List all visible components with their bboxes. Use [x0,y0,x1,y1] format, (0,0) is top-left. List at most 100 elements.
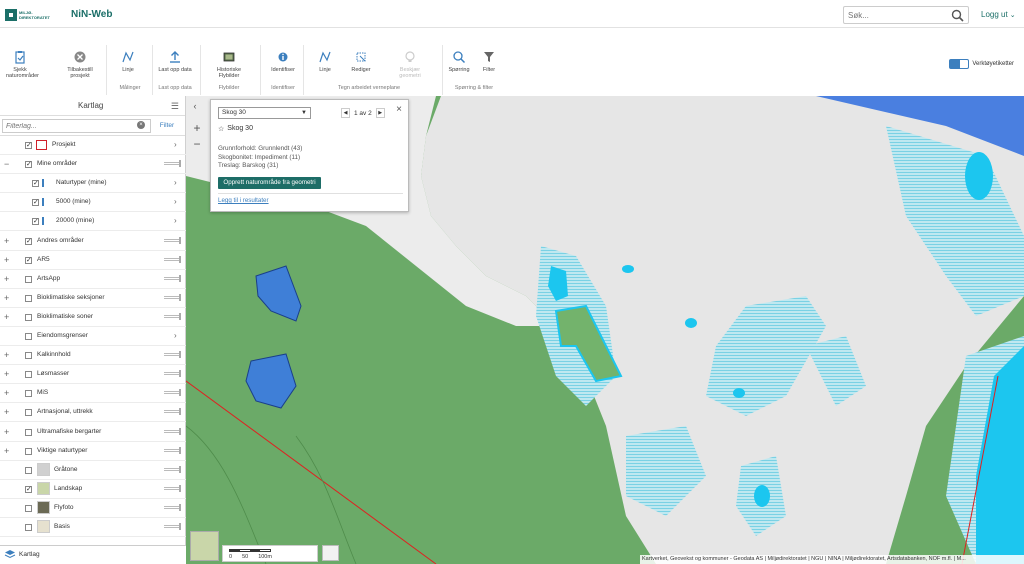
layer-row[interactable]: + Kalkinnhold [0,346,186,366]
zoom-in-button[interactable]: + [190,122,204,136]
layer-checkbox[interactable]: ✓ [32,180,39,188]
opacity-slider[interactable] [164,389,181,397]
expand-icon[interactable]: + [4,389,9,398]
layer-row[interactable]: Basis [0,518,186,537]
feature-select[interactable]: Skog 30 ▼ [218,107,311,119]
opacity-slider[interactable] [164,427,181,435]
search-icon[interactable] [951,9,964,22]
expand-icon[interactable]: + [4,236,9,246]
layer-row[interactable]: Gråtone [0,461,186,480]
layer-checkbox[interactable] [25,524,32,531]
opacity-slider[interactable] [164,408,181,416]
layer-row[interactable]: + ArtsApp [0,270,186,289]
check-areas-button[interactable]: Sjekk naturområder [6,50,39,79]
edit-button[interactable]: Rediger [345,50,377,73]
query-button[interactable]: Spørring [446,50,472,73]
expand-icon[interactable]: + [4,446,9,456]
layer-row[interactable]: + Viktige naturtyper [0,442,186,461]
zoom-out-button[interactable]: − [190,138,204,152]
chevron-right-icon[interactable]: › [174,197,177,206]
opacity-slider[interactable] [164,255,181,263]
close-icon[interactable]: × [396,104,402,115]
miljodirektoratet-logo[interactable]: MILJØ- DIREKTORATET [5,7,63,22]
layer-row[interactable]: ✓ Naturtyper (mine) › [0,174,186,194]
layer-row[interactable]: + ✓ Andres områder [0,232,186,251]
opacity-slider[interactable] [164,465,181,473]
logout-button[interactable]: Logg ut ⌄ [981,10,1016,19]
toggle-switch[interactable] [949,59,970,69]
opacity-slider[interactable] [164,312,181,320]
layer-checkbox[interactable]: ✓ [32,199,39,207]
layer-filter-input[interactable] [2,119,151,133]
layer-row[interactable]: ✓ Landskap [0,480,186,499]
opacity-slider[interactable] [164,236,181,244]
layer-checkbox[interactable]: ✓ [32,218,39,226]
layer-checkbox[interactable] [25,409,32,417]
star-icon[interactable]: ☆ [218,125,224,133]
search-box[interactable] [843,6,969,24]
opacity-slider[interactable] [164,484,181,492]
create-area-button[interactable]: Opprett naturområde fra geometri [218,177,321,189]
opacity-slider[interactable] [164,351,181,359]
layer-checkbox[interactable]: ✓ [25,485,32,493]
layer-row[interactable]: ✓ 5000 (mine) › [0,193,186,213]
crop-geometry-button[interactable]: Beskjær geometri [392,50,428,79]
layer-row[interactable]: + Artnasjonal, uttrekk [0,403,186,423]
add-to-results-link[interactable]: Legg til i resultater [218,197,269,204]
filter-layers-button[interactable]: Filter [152,119,182,133]
upload-data-button[interactable]: Last opp data [155,50,195,73]
opacity-slider[interactable] [164,370,181,378]
expand-icon[interactable]: + [4,408,9,417]
menu-icon[interactable]: ☰ [171,101,179,112]
expand-icon[interactable]: + [4,293,9,303]
layer-checkbox[interactable] [25,294,32,302]
layer-row[interactable]: + Ultramafiske bergarter [0,423,186,442]
map-tool-button[interactable] [322,545,339,561]
opacity-slider[interactable] [164,503,181,511]
historical-photos-button[interactable]: Historiske Flybilder [212,50,246,79]
filter-button[interactable]: Filter [476,50,502,73]
layer-checkbox[interactable] [25,371,32,379]
next-feature-icon[interactable]: ▶ [375,108,385,118]
layer-checkbox[interactable]: ✓ [25,256,32,264]
reset-project-button[interactable]: Tilbakestill prosjekt [64,50,96,79]
layer-checkbox[interactable] [25,504,32,512]
layer-checkbox[interactable] [25,352,32,360]
layer-checkbox[interactable]: ✓ [25,237,32,245]
chevron-right-icon[interactable]: › [174,216,177,225]
draw-line-button[interactable]: Linje [309,50,341,73]
opacity-slider[interactable] [164,274,181,282]
opacity-slider[interactable] [164,523,181,530]
opacity-slider[interactable] [164,446,181,454]
layer-checkbox[interactable] [25,390,32,398]
tool-labels-toggle[interactable]: Verktøyetiketter [949,59,1014,69]
app-title[interactable]: NiN-Web [71,9,112,20]
search-input[interactable] [844,7,944,23]
expand-icon[interactable]: + [4,312,9,322]
layer-row[interactable]: + Bioklimatiske soner [0,308,186,327]
layer-row[interactable]: Eiendomsgrenser › [0,327,186,346]
expand-icon[interactable]: + [4,370,9,379]
layer-checkbox[interactable] [25,466,32,474]
chevron-right-icon[interactable]: › [174,178,177,187]
layer-checkbox[interactable] [25,428,32,436]
collapse-icon[interactable]: − [4,160,9,169]
measure-line-button[interactable]: Linje [112,50,144,73]
layer-checkbox[interactable]: ✓ [25,142,32,149]
prev-feature-icon[interactable]: ◀ [341,108,350,118]
layer-row[interactable]: + ✓ AR5 [0,251,186,270]
expand-icon[interactable]: + [4,274,9,284]
expand-icon[interactable]: + [4,255,9,265]
layer-row[interactable]: − ✓ Mine områder [0,155,186,175]
layer-row[interactable]: + MiS [0,384,186,404]
clear-filter-icon[interactable]: × [137,121,145,129]
layer-row[interactable]: + Bioklimatiske seksjoner [0,289,186,308]
layer-checkbox[interactable] [25,333,32,340]
chevron-right-icon[interactable]: › [174,140,177,149]
layer-checkbox[interactable] [25,447,32,455]
layers-tab[interactable]: Kartlag [0,545,186,564]
expand-icon[interactable]: + [4,351,9,360]
layer-checkbox[interactable] [25,275,32,283]
opacity-slider[interactable] [164,160,181,168]
layer-row[interactable]: ✓ Prosjekt › [0,136,186,155]
